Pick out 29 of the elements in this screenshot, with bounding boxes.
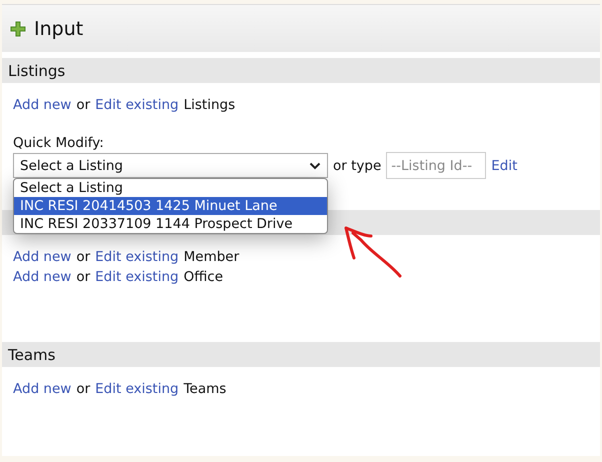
chevron-down-icon (309, 162, 321, 170)
edit-existing-link[interactable]: Edit existing (95, 97, 179, 113)
or-text: or (76, 249, 90, 265)
section-target-text: Teams (184, 381, 226, 397)
or-text: or (76, 269, 90, 285)
or-text: or (76, 97, 90, 113)
section-title: Listings (8, 62, 66, 80)
add-new-link[interactable]: Add new (13, 381, 72, 397)
dropdown-option[interactable]: INC RESI 20414503 1425 Minuet Lane (14, 197, 327, 215)
or-text: or (76, 381, 90, 397)
edit-existing-link[interactable]: Edit existing (95, 269, 179, 285)
listing-id-field[interactable]: --Listing Id-- (386, 152, 486, 179)
edit-link[interactable]: Edit (491, 158, 518, 174)
add-new-link[interactable]: Add new (13, 97, 72, 113)
dropdown-option[interactable]: Select a Listing (14, 179, 327, 197)
section-target-text: Member (184, 249, 240, 265)
listing-select[interactable]: Select a Listing (13, 153, 328, 178)
add-new-link[interactable]: Add new (13, 249, 72, 265)
section-title: Teams (8, 346, 56, 364)
edit-existing-link[interactable]: Edit existing (95, 381, 179, 397)
or-type-text: or type (333, 158, 382, 174)
dropdown-option[interactable]: INC RESI 20337109 1144 Prospect Drive (14, 215, 327, 233)
edit-existing-link[interactable]: Edit existing (95, 249, 179, 265)
section-target-text: Listings (184, 97, 236, 113)
section-target-text: Office (184, 269, 224, 285)
page-title: Input (34, 18, 84, 40)
add-new-link[interactable]: Add new (13, 269, 72, 285)
quick-modify-label: Quick Modify: (13, 135, 105, 151)
plus-icon (10, 20, 26, 36)
